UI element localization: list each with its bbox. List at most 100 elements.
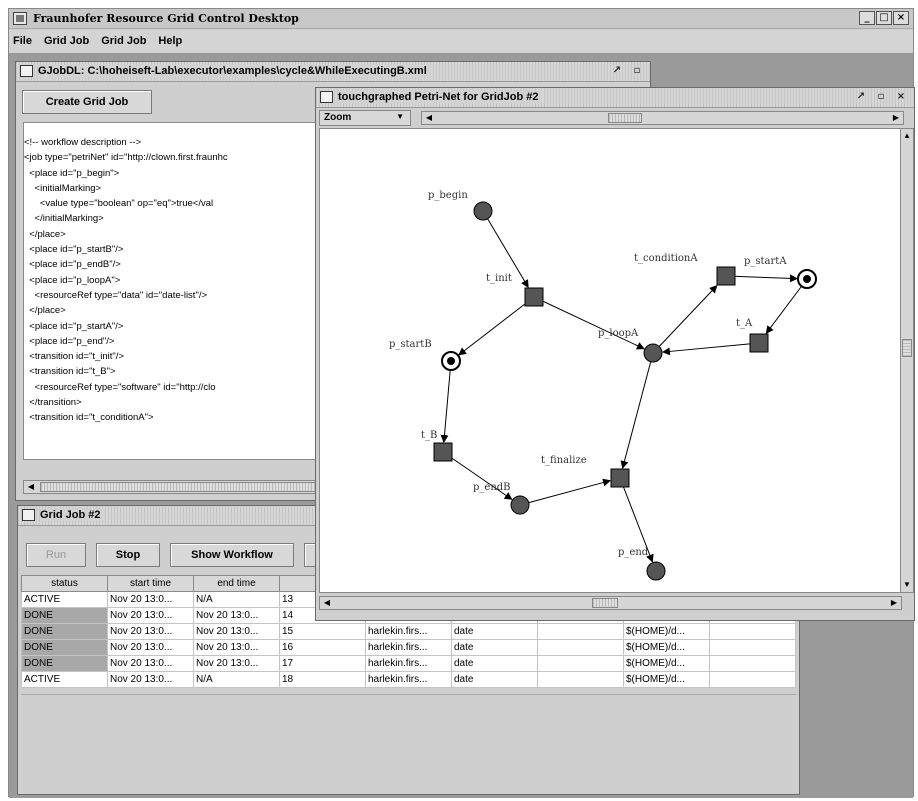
- arc-p_endB-t_finalize: [519, 478, 612, 506]
- show-workflow-button[interactable]: Show Workflow: [170, 543, 294, 567]
- place-p_end[interactable]: [646, 561, 666, 581]
- arc-p_loopA-t_finalize: [620, 352, 654, 469]
- xml-line: <place id="p_startA"/>: [24, 320, 124, 332]
- petri-net-canvas[interactable]: p_begin p_startA p_startB p_loopA p_endB p_en…: [319, 128, 902, 593]
- table-cell: [709, 671, 796, 688]
- table-cell: [537, 655, 624, 672]
- menu-file[interactable]: File: [13, 35, 32, 52]
- zoom-scrollbar[interactable]: ◀ ▶: [421, 111, 904, 125]
- table-cell: harlekin.firs...: [365, 623, 452, 640]
- table-cell: [709, 623, 796, 640]
- column-header[interactable]: end time: [193, 575, 280, 592]
- stop-button[interactable]: Stop: [96, 543, 160, 567]
- transition-t_init[interactable]: [524, 287, 544, 307]
- table-row[interactable]: ACTIVE Nov 20 13:0... N/A 18 harlekin.firs..…: [21, 671, 796, 688]
- xml-line: <transition id="t_B">: [24, 366, 116, 378]
- scroll-left-icon[interactable]: ◀: [24, 481, 38, 493]
- xml-line: </transition>: [24, 397, 82, 409]
- close-icon[interactable]: ×: [892, 90, 910, 105]
- scroll-up-icon[interactable]: ▲: [901, 129, 913, 143]
- token-p_startA: [803, 275, 811, 283]
- table-row[interactable]: DONE Nov 20 13:0... Nov 20 13:0... 15 harlek…: [21, 623, 796, 640]
- arc-t_conditionA-p_startA: [725, 274, 799, 283]
- restore-icon[interactable]: ↗: [608, 64, 626, 79]
- canvas-vertical-scrollbar[interactable]: ▲ ▼: [900, 128, 914, 593]
- table-cell: Nov 20 13:0...: [107, 655, 194, 672]
- table-cell: Nov 20 13:0...: [193, 639, 280, 656]
- xml-line: </place>: [24, 305, 66, 317]
- grid-job-title: Grid Job #2: [40, 509, 105, 521]
- table-cell: Nov 20 13:0...: [107, 671, 194, 688]
- window-icon: [20, 65, 33, 77]
- maximize-button[interactable]: □: [876, 11, 892, 25]
- table-cell: date: [451, 639, 538, 656]
- close-button[interactable]: ×: [893, 11, 909, 25]
- table-cell: Nov 20 13:0...: [193, 655, 280, 672]
- column-header[interactable]: status: [21, 575, 108, 592]
- table-cell: Nov 20 13:0...: [107, 639, 194, 656]
- xml-line: <resourceRef type="data" id="date-list"/…: [24, 289, 208, 301]
- maximize-icon[interactable]: ▫: [872, 90, 890, 105]
- xml-line: <job type="petriNet" id="http://clown.fi…: [24, 152, 228, 164]
- gjobdl-title-bar[interactable]: GJobDL: C:\hoheiseft-Lab\executor\exampl…: [16, 62, 650, 82]
- table-cell: N/A: [193, 671, 280, 688]
- place-p_begin[interactable]: [473, 201, 493, 221]
- petri-net-title-bar[interactable]: touchgraphed Petri-Net for GridJob #2 ↗ …: [316, 88, 914, 108]
- restore-icon[interactable]: ↗: [852, 90, 870, 105]
- status-cell: ACTIVE: [21, 671, 108, 688]
- token-p_startB: [447, 357, 455, 365]
- table-cell: [709, 655, 796, 672]
- create-grid-job-button[interactable]: Create Grid Job: [22, 90, 152, 114]
- window-icon: [22, 509, 35, 521]
- menu-help[interactable]: Help: [158, 35, 182, 52]
- table-cell: $(HOME)/d...: [623, 623, 710, 640]
- scroll-left-icon[interactable]: ◀: [422, 112, 436, 124]
- run-button[interactable]: Run: [26, 543, 86, 567]
- xml-line: <!-- workflow description -->: [24, 137, 142, 148]
- zoom-scroll-thumb[interactable]: [608, 113, 642, 123]
- xml-editor[interactable]: <!-- workflow description --> <job type="…: [23, 122, 323, 460]
- canvas-horizontal-scrollbar[interactable]: ◀ ▶: [319, 596, 902, 610]
- xml-line: <place id="p_begin">: [24, 167, 120, 179]
- window-controls: _ □ ×: [858, 11, 909, 25]
- app-window: Fraunhofer Resource Grid Control Desktop…: [8, 8, 915, 798]
- status-cell: ACTIVE: [21, 591, 108, 608]
- place-p_endB[interactable]: [510, 495, 530, 515]
- zoom-select[interactable]: Zoom ▼: [319, 110, 411, 126]
- table-cell: [537, 623, 624, 640]
- table-empty-area: [21, 694, 796, 782]
- table-row[interactable]: DONE Nov 20 13:0... Nov 20 13:0... 17 harlek…: [21, 655, 796, 672]
- xml-line: <transition id="t_init"/>: [24, 351, 124, 363]
- menu-grid-job-2[interactable]: Grid Job: [101, 35, 146, 52]
- horizontal-scroll-thumb[interactable]: [592, 598, 618, 608]
- transition-t_finalize[interactable]: [610, 468, 630, 488]
- gjobdl-title: GJobDL: C:\hoheiseft-Lab\executor\exampl…: [38, 65, 431, 77]
- table-cell: Nov 20 13:0...: [107, 607, 194, 624]
- transition-t_conditionA[interactable]: [716, 266, 736, 286]
- table-cell: date: [451, 655, 538, 672]
- transition-t_A[interactable]: [749, 333, 769, 353]
- table-cell: Nov 20 13:0...: [193, 623, 280, 640]
- maximize-icon[interactable]: ▫: [628, 64, 646, 79]
- scroll-right-icon[interactable]: ▶: [889, 112, 903, 124]
- transition-label: t_finalize: [541, 455, 587, 466]
- column-header[interactable]: start time: [107, 575, 194, 592]
- place-p_loopA[interactable]: [643, 343, 663, 363]
- scroll-thumb[interactable]: [40, 482, 320, 492]
- vertical-scroll-thumb[interactable]: [902, 339, 912, 357]
- minimize-button[interactable]: _: [859, 11, 875, 25]
- xml-horizontal-scrollbar[interactable]: ◀: [23, 480, 323, 494]
- scroll-right-icon[interactable]: ▶: [887, 597, 901, 609]
- menu-grid-job[interactable]: Grid Job: [44, 35, 89, 52]
- table-cell: [537, 639, 624, 656]
- xml-line: <place id="p_startB"/>: [24, 244, 124, 256]
- status-cell: DONE: [21, 607, 108, 624]
- transition-t_B[interactable]: [433, 442, 453, 462]
- scroll-down-icon[interactable]: ▼: [901, 578, 913, 592]
- app-title-bar[interactable]: Fraunhofer Resource Grid Control Desktop…: [9, 9, 913, 29]
- place-label: p_startB: [389, 339, 432, 350]
- place-label: p_startA: [744, 256, 787, 267]
- table-row[interactable]: DONE Nov 20 13:0... Nov 20 13:0... 16 harlek…: [21, 639, 796, 656]
- scroll-left-icon[interactable]: ◀: [320, 597, 334, 609]
- xml-line: <place id="p_loopA">: [24, 274, 121, 286]
